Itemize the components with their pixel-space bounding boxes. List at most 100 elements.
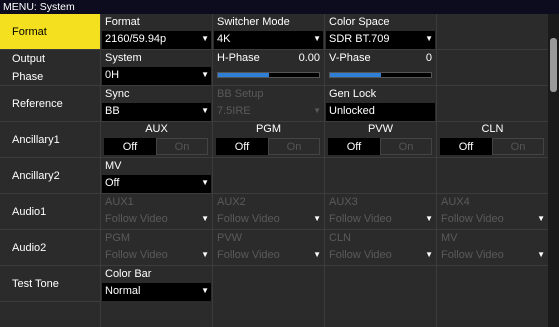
- audio2-pvw-field: PVW Follow Video ▼: [213, 230, 324, 265]
- format-field[interactable]: Format 2160/59.94p ▼: [101, 14, 212, 49]
- h-phase-slider[interactable]: [217, 72, 320, 78]
- chevron-down-icon: ▼: [537, 214, 545, 223]
- ancillary1-pgm: PGM Off On: [213, 122, 324, 157]
- aux-on-button[interactable]: On: [156, 138, 208, 155]
- channel-label-pgm: PGM: [255, 123, 282, 135]
- cln-on-button[interactable]: On: [492, 138, 544, 155]
- empty-cell: [437, 14, 548, 49]
- pvw-on-button[interactable]: On: [380, 138, 432, 155]
- empty-cell: [213, 266, 324, 327]
- v-phase-label: V-Phase: [329, 52, 371, 64]
- chevron-down-icon: ▼: [201, 250, 209, 259]
- vertical-scrollbar[interactable]: [548, 14, 559, 327]
- pvw-value: Follow Video: [217, 249, 280, 261]
- aux1-value: Follow Video: [105, 213, 168, 225]
- empty-cell: [213, 158, 324, 193]
- color-bar-field[interactable]: Color Bar Normal ▼: [101, 266, 212, 327]
- row-label-output-phase[interactable]: Output Phase: [0, 50, 100, 85]
- bb-setup-value: 7.5IRE: [217, 105, 251, 117]
- row-label-test-tone[interactable]: Test Tone: [0, 266, 100, 301]
- empty-cell: [437, 266, 548, 327]
- ancillary1-aux: AUX Off On: [101, 122, 212, 157]
- cln-value: Follow Video: [329, 249, 392, 261]
- menu-title: MENU: System: [3, 1, 75, 13]
- h-phase-field[interactable]: H-Phase 0.00: [213, 50, 324, 85]
- audio1-aux1-field: AUX1 Follow Video ▼: [101, 194, 212, 229]
- h-phase-label: H-Phase: [217, 52, 260, 64]
- row-label-format[interactable]: Format: [0, 14, 100, 49]
- aux3-value: Follow Video: [329, 213, 392, 225]
- audio1-aux2-field: AUX2 Follow Video ▼: [213, 194, 324, 229]
- scrollbar-thumb[interactable]: [550, 38, 557, 92]
- aux-off-button[interactable]: Off: [104, 138, 156, 155]
- row-label-ancillary1[interactable]: Ancillary1: [0, 122, 100, 157]
- row-label-audio2[interactable]: Audio2: [0, 230, 100, 265]
- system-value: 0H: [105, 69, 120, 81]
- cln-toggle[interactable]: Off On: [440, 138, 544, 155]
- audio1-aux4-field: AUX4 Follow Video ▼: [437, 194, 548, 229]
- aux4-value: Follow Video: [441, 213, 504, 225]
- row-label-reference[interactable]: Reference: [0, 86, 100, 121]
- audio2-cln-field: CLN Follow Video ▼: [325, 230, 436, 265]
- bb-setup-label: BB Setup: [217, 88, 264, 100]
- color-space-value: SDR BT.709: [329, 33, 390, 45]
- chevron-down-icon: ▼: [425, 214, 433, 223]
- ancillary1-cln: CLN Off On: [437, 122, 548, 157]
- chevron-down-icon: ▼: [313, 214, 321, 223]
- audio1-aux3-field: AUX3 Follow Video ▼: [325, 194, 436, 229]
- aux1-label: AUX1: [105, 196, 134, 208]
- pvw-toggle[interactable]: Off On: [328, 138, 432, 155]
- channel-label-aux: AUX: [145, 123, 168, 135]
- row-label-ancillary2[interactable]: Ancillary2: [0, 158, 100, 193]
- v-phase-value: 0: [425, 52, 432, 64]
- switcher-mode-label: Switcher Mode: [217, 16, 290, 28]
- aux2-value: Follow Video: [217, 213, 280, 225]
- format-value: 2160/59.94p: [105, 33, 167, 45]
- chevron-down-icon: ▼: [425, 34, 433, 43]
- pgm-value: Follow Video: [105, 249, 168, 261]
- sync-label: Sync: [105, 88, 130, 100]
- chevron-down-icon: ▼: [201, 178, 209, 187]
- color-space-label: Color Space: [329, 16, 390, 28]
- system-field[interactable]: System 0H ▼: [101, 50, 212, 85]
- mv-label: MV: [105, 160, 122, 172]
- switcher-mode-value: 4K: [217, 33, 231, 45]
- pvw-label: PVW: [217, 232, 243, 244]
- pgm-toggle[interactable]: Off On: [216, 138, 320, 155]
- settings-grid: Format Format 2160/59.94p ▼ Switcher Mod…: [0, 14, 548, 327]
- gen-lock-field: Gen Lock Unlocked: [325, 86, 436, 121]
- cln-label: CLN: [329, 232, 352, 244]
- row-label-audio1[interactable]: Audio1: [0, 194, 100, 229]
- v-phase-field[interactable]: V-Phase 0: [325, 50, 436, 85]
- empty-cell: [325, 158, 436, 193]
- empty-cell: [437, 158, 548, 193]
- v-phase-slider-fill: [330, 73, 381, 77]
- mv-value: Off: [105, 177, 120, 189]
- v-phase-slider[interactable]: [329, 72, 432, 78]
- h-phase-slider-fill: [218, 73, 269, 77]
- sync-value: BB: [105, 105, 120, 117]
- pgm-on-button[interactable]: On: [268, 138, 320, 155]
- chevron-down-icon: ▼: [425, 250, 433, 259]
- switcher-mode-field[interactable]: Switcher Mode 4K ▼: [213, 14, 324, 49]
- sync-field[interactable]: Sync BB ▼: [101, 86, 212, 121]
- chevron-down-icon: ▼: [201, 286, 209, 295]
- row-label-spacer: [0, 302, 100, 327]
- h-phase-value: 0.00: [298, 52, 320, 64]
- aux3-label: AUX3: [329, 196, 358, 208]
- chevron-down-icon: ▼: [313, 106, 321, 115]
- mv-audio-value: Follow Video: [441, 249, 504, 261]
- gen-lock-value: Unlocked: [329, 105, 375, 117]
- pgm-off-button[interactable]: Off: [216, 138, 268, 155]
- chevron-down-icon: ▼: [313, 250, 321, 259]
- audio2-pgm-field: PGM Follow Video ▼: [101, 230, 212, 265]
- aux2-label: AUX2: [217, 196, 246, 208]
- aux-toggle[interactable]: Off On: [104, 138, 208, 155]
- chevron-down-icon: ▼: [201, 106, 209, 115]
- audio2-mv-field: MV Follow Video ▼: [437, 230, 548, 265]
- pvw-off-button[interactable]: Off: [328, 138, 380, 155]
- cln-off-button[interactable]: Off: [440, 138, 492, 155]
- color-space-field[interactable]: Color Space SDR BT.709 ▼: [325, 14, 436, 49]
- bb-setup-field: BB Setup 7.5IRE ▼: [213, 86, 324, 121]
- mv-field[interactable]: MV Off ▼: [101, 158, 212, 193]
